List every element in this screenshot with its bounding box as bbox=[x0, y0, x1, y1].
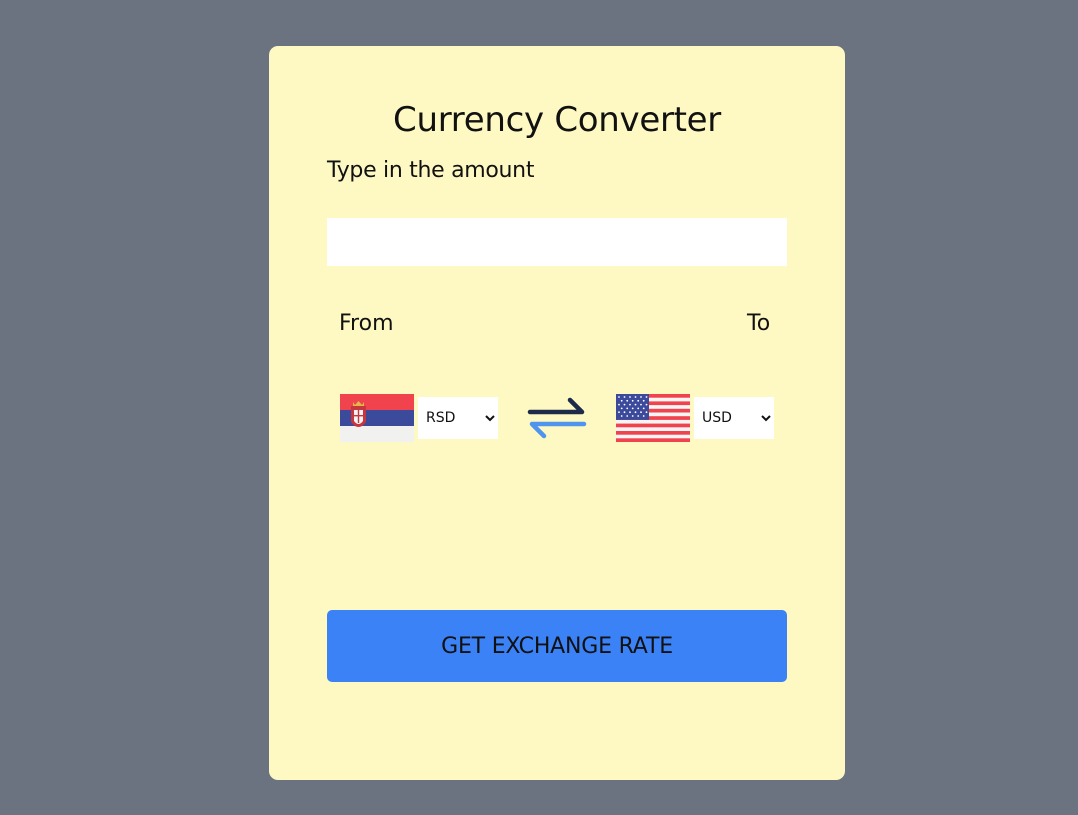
converter-card: Currency Converter Type in the amount Fr… bbox=[269, 46, 845, 780]
from-currency-select[interactable]: RSD bbox=[418, 397, 498, 439]
swap-arrows-icon[interactable] bbox=[527, 395, 587, 441]
amount-label: Type in the amount bbox=[327, 158, 535, 183]
usa-flag-icon bbox=[616, 394, 690, 442]
serbia-flag-icon bbox=[340, 394, 414, 442]
to-currency-select[interactable]: USD bbox=[694, 397, 774, 439]
get-exchange-rate-button[interactable]: GET EXCHANGE RATE bbox=[327, 610, 787, 682]
page-title: Currency Converter bbox=[393, 100, 721, 140]
to-label: To bbox=[747, 311, 771, 336]
from-label: From bbox=[339, 311, 394, 336]
amount-input[interactable] bbox=[327, 218, 787, 266]
